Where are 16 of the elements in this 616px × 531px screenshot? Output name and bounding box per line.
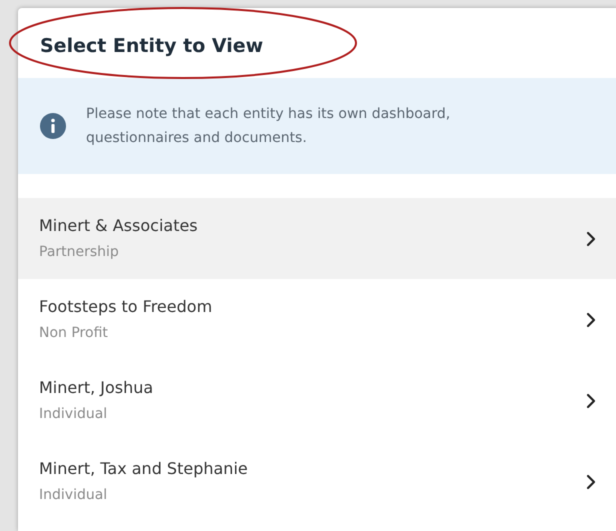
chevron-right-icon [586, 474, 596, 490]
dialog-title: Select Entity to View [40, 34, 264, 59]
entity-name: Minert, Joshua [39, 377, 154, 399]
entity-name: Footsteps to Freedom [39, 296, 212, 318]
entity-name: Minert & Associates [39, 215, 198, 237]
entity-type: Partnership [39, 243, 120, 262]
entity-name: Minert, Tax and Stephanie [39, 458, 248, 480]
entity-type: Individual [39, 405, 108, 424]
entity-type: Non Profit [39, 324, 109, 343]
entity-item[interactable]: Minert & Associates Partnership [18, 198, 616, 279]
chevron-right-icon [586, 230, 596, 246]
info-icon [40, 113, 66, 139]
notice-text: Please note that each entity has its own dashboard, questionnaires and documents. [86, 105, 452, 148]
entity-type: Individual [39, 486, 108, 505]
chevron-right-icon [586, 392, 596, 408]
chevron-right-icon [586, 312, 596, 328]
